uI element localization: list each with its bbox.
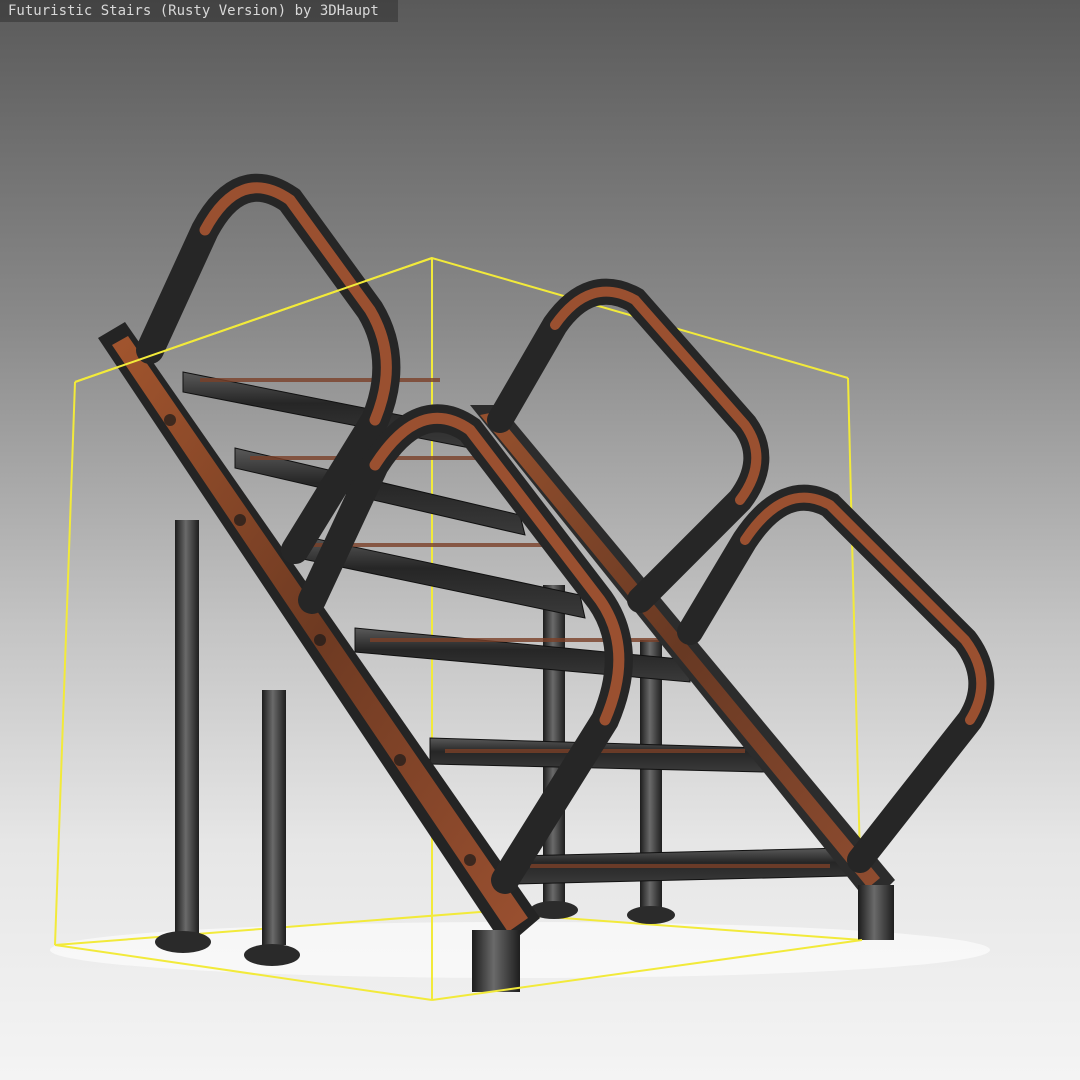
stairs-model-render	[50, 173, 995, 1001]
3d-viewport[interactable]: Futuristic Stairs (Rusty Version) by 3DH…	[0, 0, 1080, 1080]
title-bar: Futuristic Stairs (Rusty Version) by 3DH…	[0, 0, 398, 22]
model-title: Futuristic Stairs (Rusty Version) by 3DH…	[8, 3, 379, 19]
